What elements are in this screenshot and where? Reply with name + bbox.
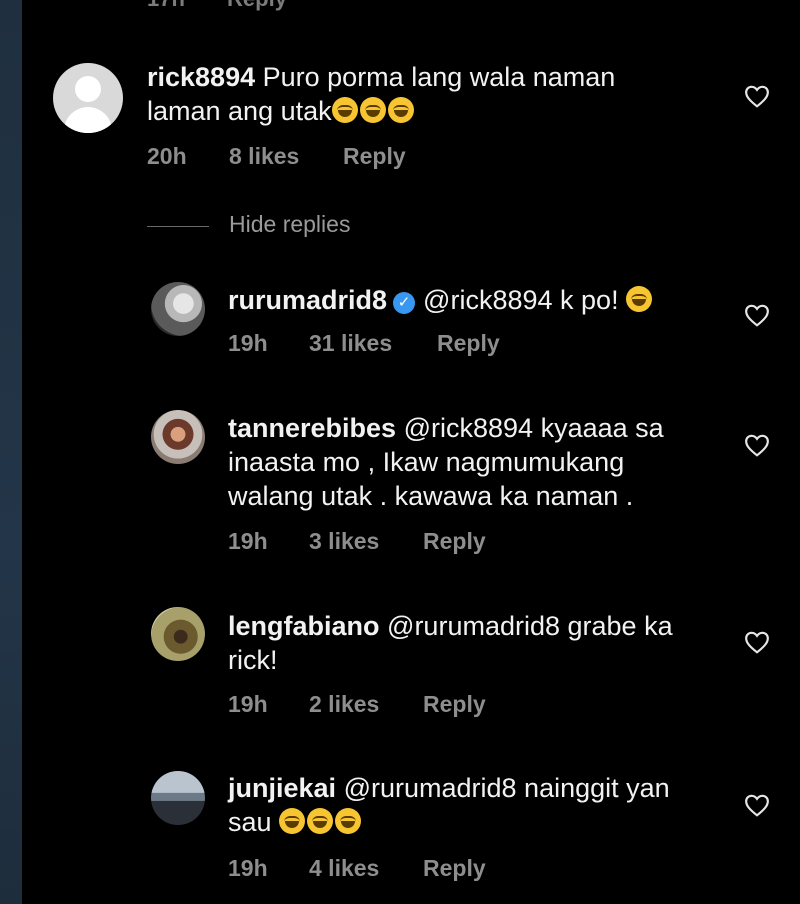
comment-body-line: grabe ka (567, 611, 673, 641)
mention-link[interactable]: @rick8894 (404, 413, 533, 443)
heart-outline-icon[interactable] (744, 84, 770, 108)
heart-outline-icon[interactable] (744, 793, 770, 817)
comment-body-line: laman ang utak (147, 96, 332, 126)
timestamp: 19h (228, 528, 268, 554)
heart-outline-icon[interactable] (744, 303, 770, 327)
grinning-emoji-icon (359, 97, 386, 123)
comment-body-line: walang utak . kawawa ka naman . (228, 481, 634, 511)
avatar[interactable] (151, 607, 205, 661)
timestamp: 20h (147, 143, 187, 169)
comment-body-line: kyaaaa sa (540, 413, 664, 443)
grinning-emoji-icon (335, 808, 362, 834)
timestamp: 19h (228, 330, 268, 356)
timestamp: 19h (228, 855, 268, 881)
timestamp: 19h (228, 691, 268, 717)
comment-body-line: Puro porma lang wala naman (262, 62, 616, 92)
reply-link[interactable]: Reply (343, 143, 406, 170)
heart-outline-icon[interactable] (744, 433, 770, 457)
avatar[interactable] (53, 63, 123, 133)
comment-text: junjiekai @rurumadrid8 nainggit yan sau (228, 771, 670, 839)
default-avatar-icon (75, 76, 101, 102)
heart-outline-icon[interactable] (744, 630, 770, 654)
comments-feed[interactable]: 17h Reply rick8894 Puro porma lang wala … (22, 0, 800, 904)
username-link[interactable]: lengfabiano (228, 611, 380, 641)
comment-body-line: sau (228, 807, 272, 837)
divider-line (147, 226, 209, 227)
reply-link[interactable]: Reply (437, 330, 500, 357)
comment-text: tannerebibes @rick8894 kyaaaa sa inaasta… (228, 411, 664, 513)
grinning-emoji-icon (331, 97, 358, 123)
reply-link[interactable]: Reply (227, 0, 287, 11)
mention-link[interactable]: @rurumadrid8 (387, 611, 560, 641)
grinning-emoji-icon (387, 97, 414, 123)
reply-link[interactable]: Reply (423, 855, 486, 882)
comment-body-line: rick! (228, 645, 278, 675)
likes-count[interactable]: 31 likes (309, 330, 392, 357)
reply-link[interactable]: Reply (423, 691, 486, 718)
reply-link[interactable]: Reply (423, 528, 486, 555)
likes-count[interactable]: 4 likes (309, 855, 379, 882)
likes-count[interactable]: 3 likes (309, 528, 379, 555)
username-link[interactable]: tannerebibes (228, 413, 396, 443)
previous-comment-meta: 17h Reply (147, 0, 323, 12)
grinning-emoji-icon (279, 808, 306, 834)
avatar[interactable] (151, 410, 205, 464)
grinning-emoji-icon (307, 808, 334, 834)
comment-body-line: nainggit yan (524, 773, 670, 803)
verified-badge-icon: ✓ (393, 292, 416, 314)
likes-count[interactable]: 8 likes (229, 143, 299, 170)
mention-link[interactable]: @rurumadrid8 (344, 773, 517, 803)
username-link[interactable]: junjiekai (228, 773, 336, 803)
mention-link[interactable]: @rick8894 (423, 285, 552, 315)
username-link[interactable]: rick8894 (147, 62, 255, 92)
left-edge-strip (0, 0, 22, 904)
username-link[interactable]: rurumadrid8 (228, 285, 387, 315)
avatar[interactable] (151, 771, 205, 825)
comment-text: lengfabiano @rurumadrid8 grabe ka rick! (228, 609, 673, 677)
comment-text: rick8894 Puro porma lang wala naman lama… (147, 60, 615, 128)
comment-text: rurumadrid8 ✓ @rick8894 k po! (228, 283, 654, 317)
comment-body-line: inaasta mo , Ikaw nagmumukang (228, 447, 625, 477)
avatar[interactable] (151, 282, 205, 336)
grinning-emoji-icon (626, 286, 653, 312)
likes-count[interactable]: 2 likes (309, 691, 379, 718)
comment-body: k po! (560, 285, 619, 315)
